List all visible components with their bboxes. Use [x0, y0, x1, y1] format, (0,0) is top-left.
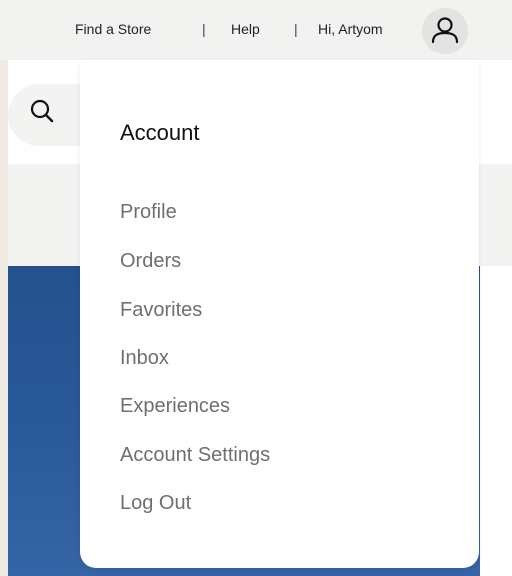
account-avatar-button[interactable] [422, 8, 468, 54]
hero-right-panel [480, 266, 512, 576]
menu-item-favorites[interactable]: Favorites [120, 299, 202, 322]
separator: | [294, 21, 298, 37]
greeting-link[interactable]: Hi, Artyom [318, 21, 383, 37]
user-icon [431, 17, 459, 44]
separator: | [202, 21, 206, 37]
utility-bar: Find a Store | Help | Hi, Artyom [0, 0, 512, 60]
account-dropdown: Account Profile Orders Favorites Inbox E… [80, 60, 479, 568]
menu-item-inbox[interactable]: Inbox [120, 347, 169, 370]
menu-item-account-settings[interactable]: Account Settings [120, 444, 270, 467]
find-a-store-link[interactable]: Find a Store [75, 21, 151, 37]
search-icon [30, 99, 54, 123]
menu-item-profile[interactable]: Profile [120, 201, 177, 224]
menu-item-log-out[interactable]: Log Out [120, 492, 191, 515]
help-link[interactable]: Help [231, 21, 260, 37]
menu-item-orders[interactable]: Orders [120, 250, 181, 273]
menu-item-experiences[interactable]: Experiences [120, 395, 230, 418]
account-menu-title: Account [120, 120, 200, 145]
